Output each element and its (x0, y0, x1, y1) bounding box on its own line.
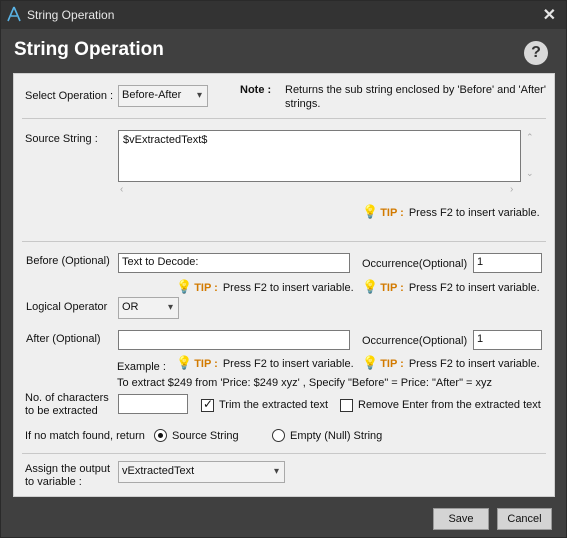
empty-string-radio[interactable] (272, 429, 285, 442)
before-input[interactable]: Text to Decode: (118, 253, 350, 273)
tip-text: Press F2 to insert variable. (408, 207, 540, 219)
assign-label-line1: Assign the output (25, 463, 111, 475)
title-bar[interactable]: String Operation ✕ (1, 1, 566, 29)
logical-operator-value: OR (122, 301, 139, 313)
occurrence2-input[interactable]: 1 (473, 330, 542, 350)
lightbulb-icon: 💡 (176, 355, 193, 370)
app-logo-icon (7, 6, 21, 22)
assign-variable-value: vExtractedText (122, 465, 195, 477)
chevron-down-icon: ▾ (196, 90, 202, 101)
before-value: Text to Decode: (122, 256, 199, 268)
select-operation-label: Select Operation : (25, 90, 114, 102)
tip-text: Press F2 to insert variable. (408, 282, 540, 294)
lightbulb-icon: 💡 (176, 279, 193, 294)
trim-checkbox[interactable] (201, 397, 214, 412)
lightbulb-icon: 💡 (362, 355, 379, 370)
occurrence2-value: 1 (477, 333, 484, 345)
example-label: Example : (117, 361, 166, 373)
scroll-left-icon[interactable]: ‹ (120, 184, 123, 195)
num-chars-input[interactable] (118, 394, 188, 414)
tip-text: Press F2 to insert variable. (222, 282, 354, 294)
main-panel: Select Operation : Before-After ▾ Note :… (13, 73, 555, 497)
trim-label: Trim the extracted text (219, 399, 329, 411)
tip-label: TIP : (380, 358, 404, 370)
remove-enter-label: Remove Enter from the extracted text (358, 399, 541, 411)
note-label: Note : (240, 84, 272, 96)
scroll-up-icon[interactable]: ⌃ (526, 132, 534, 143)
help-icon[interactable]: ? (524, 41, 548, 65)
page-title: String Operation (14, 39, 164, 60)
tip-before: 💡 TIP : Press F2 to insert variable. (176, 279, 354, 295)
tip-occurrence1: 💡 TIP : Press F2 to insert variable. (362, 279, 540, 295)
remove-enter-checkbox[interactable] (340, 399, 353, 412)
num-chars-label-line2: to be extracted (25, 405, 98, 417)
assign-label-line2: to variable : (25, 476, 82, 488)
tip-label: TIP : (194, 358, 218, 370)
tip-text: Press F2 to insert variable. (222, 358, 354, 370)
tip-source: 💡 TIP : Press F2 to insert variable. (362, 204, 540, 220)
source-string-radio[interactable] (154, 429, 167, 442)
before-label: Before (Optional) (26, 255, 110, 267)
scroll-right-icon[interactable]: › (510, 184, 513, 195)
source-string-label: Source String : (25, 133, 98, 145)
after-label: After (Optional) (26, 333, 101, 345)
note-text-line2: strings. (285, 98, 321, 110)
tip-occurrence2: 💡 TIP : Press F2 to insert variable. (362, 355, 540, 371)
source-string-value: $vExtractedText$ (123, 134, 208, 146)
tip-label: TIP : (380, 282, 404, 294)
occurrence1-value: 1 (477, 256, 484, 268)
cancel-button[interactable]: Cancel (497, 508, 552, 530)
after-input[interactable] (118, 330, 350, 350)
source-string-textarea[interactable]: $vExtractedText$ (118, 130, 521, 182)
save-button[interactable]: Save (433, 508, 489, 530)
lightbulb-icon: 💡 (362, 279, 379, 294)
occurrence2-label: Occurrence(Optional) (362, 335, 468, 347)
dialog-window: String Operation ✕ String Operation ? Se… (0, 0, 567, 538)
tip-after: 💡 TIP : Press F2 to insert variable. (176, 355, 354, 371)
num-chars-label-line1: No. of characters (25, 392, 109, 404)
source-string-radio-label: Source String (172, 430, 239, 442)
note-text-line1: Returns the sub string enclosed by 'Befo… (285, 84, 546, 96)
chevron-down-icon: ▾ (167, 302, 173, 313)
select-operation-value: Before-After (122, 89, 182, 101)
chevron-down-icon: ▾ (273, 466, 279, 477)
empty-string-radio-label: Empty (Null) String (290, 430, 383, 442)
tip-text: Press F2 to insert variable. (408, 358, 540, 370)
scroll-down-icon[interactable]: ⌄ (526, 168, 534, 179)
example-text: To extract $249 from 'Price: $249 xyz' ,… (117, 377, 493, 389)
close-icon[interactable]: ✕ (543, 5, 556, 25)
divider (22, 453, 546, 454)
lightbulb-icon: 💡 (362, 204, 379, 219)
assign-variable-dropdown[interactable]: vExtractedText ▾ (118, 461, 285, 483)
window-title: String Operation (27, 8, 115, 22)
occurrence1-input[interactable]: 1 (473, 253, 542, 273)
no-match-label: If no match found, return (25, 430, 145, 442)
occurrence1-label: Occurrence(Optional) (362, 258, 468, 270)
tip-label: TIP : (194, 282, 218, 294)
tip-label: TIP : (380, 207, 404, 219)
logical-operator-label: Logical Operator (26, 301, 108, 313)
select-operation-dropdown[interactable]: Before-After ▾ (118, 85, 208, 107)
divider (22, 118, 546, 119)
logical-operator-dropdown[interactable]: OR ▾ (118, 297, 179, 319)
divider (22, 241, 546, 242)
